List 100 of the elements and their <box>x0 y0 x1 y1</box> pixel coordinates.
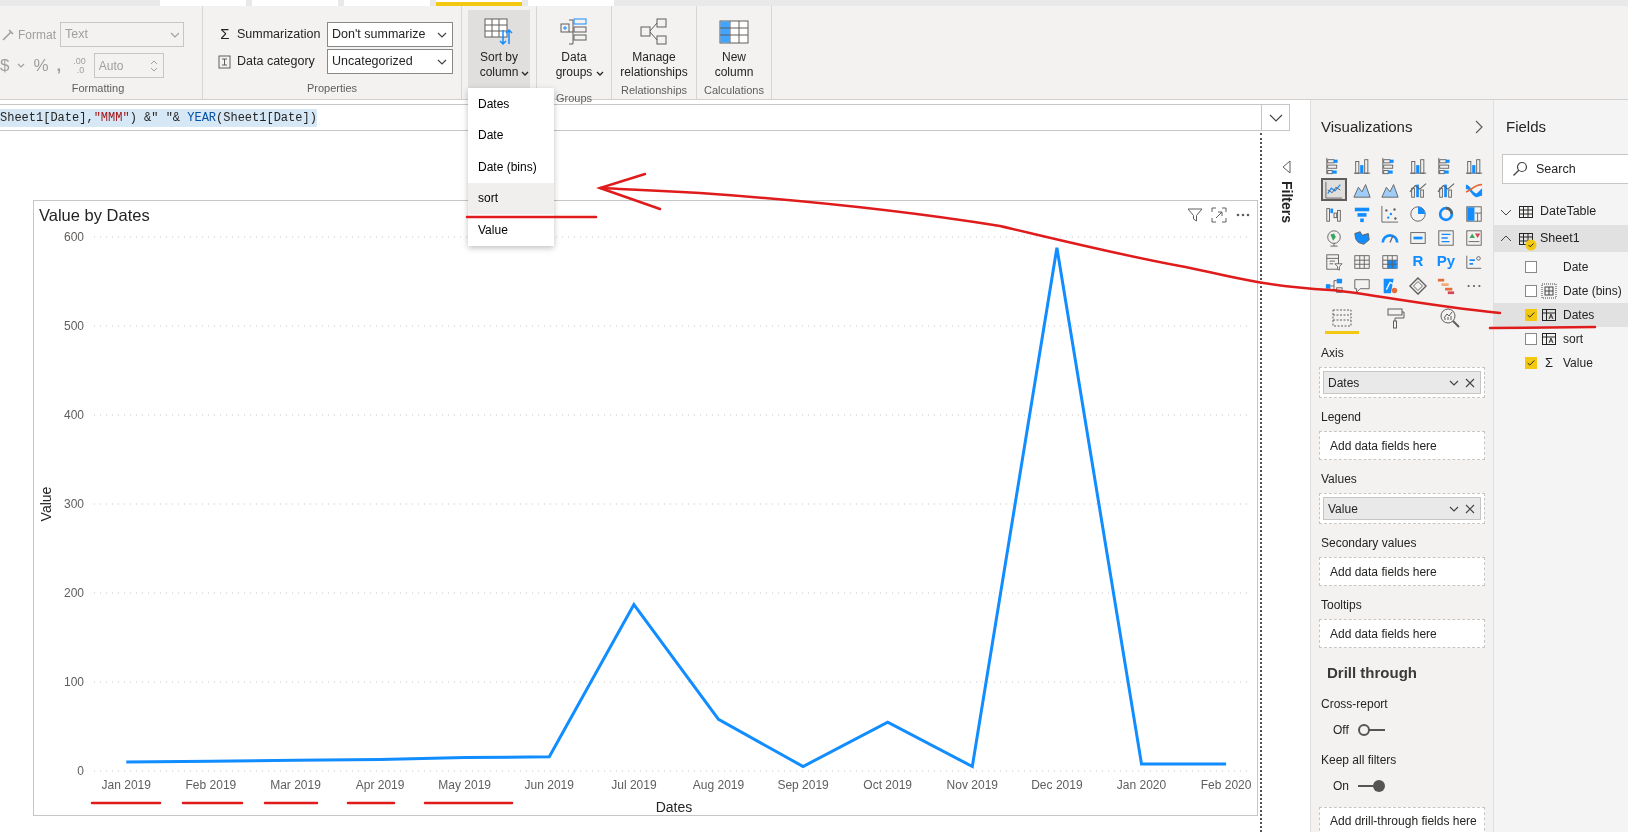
toggle-label: Cross-report <box>1321 695 1389 713</box>
menu-item[interactable]: Date <box>468 119 554 151</box>
field-row[interactable]: Σ Value <box>1494 351 1628 375</box>
pane-title: Fields <box>1506 116 1546 137</box>
chart-title: Value by Dates <box>39 204 150 226</box>
x-tick-label: Apr 2019 <box>355 778 405 792</box>
table-icon <box>1518 203 1534 220</box>
x-tick-label: Dec 2019 <box>1031 778 1083 792</box>
well-label: Values <box>1321 471 1358 488</box>
x-tick-label: Feb 2020 <box>1200 778 1252 792</box>
collapse-icon[interactable] <box>1280 159 1292 175</box>
field-row[interactable]: Date <box>1494 255 1628 279</box>
annotation-underline <box>90 801 162 805</box>
analytics-icon <box>1439 306 1461 329</box>
menu-item[interactable]: Date (bins) <box>468 151 554 183</box>
y-tick-label: 0 <box>77 764 84 778</box>
filters-pane-title[interactable]: Filters <box>1275 181 1297 223</box>
y-tick-label: 200 <box>63 586 84 600</box>
table-row[interactable]: Sheet1 <box>1494 225 1628 252</box>
search-icon <box>1512 161 1528 177</box>
toggle-switch[interactable]: Off <box>1333 720 1386 739</box>
group-label: Groups <box>554 91 594 106</box>
field-row[interactable]: Dates <box>1494 303 1628 327</box>
checkbox[interactable] <box>1525 261 1537 273</box>
field-name: Value <box>1328 500 1358 518</box>
checkbox[interactable] <box>1525 285 1537 297</box>
table-row[interactable]: DateTable <box>1494 198 1628 225</box>
group-label: Properties <box>305 81 359 96</box>
close-icon[interactable] <box>1464 376 1476 389</box>
ribbon-button[interactable]: Data groups <box>543 10 605 89</box>
focus-mode-icon[interactable] <box>1211 207 1227 223</box>
drop-zone[interactable]: Add drill-through fields here <box>1319 806 1485 832</box>
x-tick-label: May 2019 <box>438 778 492 792</box>
checkbox[interactable] <box>1525 333 1537 345</box>
sigma-symbol: Σ <box>1543 354 1554 373</box>
annotation-underline <box>181 801 244 805</box>
pane-title: Visualizations <box>1321 116 1413 137</box>
y-axis-title: Value <box>38 486 54 522</box>
y-tick-label: 100 <box>63 675 84 689</box>
y-tick-label: 500 <box>63 319 84 333</box>
calculated-column-icon <box>1541 331 1557 347</box>
x-tick-label: Mar 2019 <box>270 778 321 792</box>
format-label: Format <box>18 26 56 44</box>
well-label: Axis <box>1321 345 1345 362</box>
ribbon-button[interactable]: New column <box>703 10 765 81</box>
well-label: Legend <box>1321 409 1363 426</box>
filter-icon[interactable] <box>1187 207 1203 223</box>
caret-icon[interactable] <box>521 70 529 78</box>
menu-item[interactable]: sort <box>468 182 554 214</box>
property-dropdown[interactable]: Uncategorized <box>327 49 453 74</box>
search-field[interactable]: Search <box>1502 154 1628 184</box>
x-tick-label: Jan 2019 <box>101 778 151 792</box>
x-tick-label: Nov 2019 <box>946 778 998 792</box>
relationship-diagram-icon <box>638 16 670 48</box>
ribbon-button[interactable]: Manage relationships <box>618 10 690 81</box>
property-dropdown[interactable]: Don't summarize <box>327 22 453 47</box>
x-tick-label: Feb 2019 <box>185 778 237 792</box>
field-row[interactable]: Date (bins) <box>1494 279 1628 303</box>
fields-icon <box>1331 306 1353 329</box>
field-name: Dates <box>1328 374 1360 392</box>
sigma-symbol: Σ <box>219 24 231 45</box>
toggle-switch[interactable]: On <box>1333 776 1386 795</box>
caret-icon[interactable] <box>596 70 604 78</box>
group-label: Calculations <box>703 83 765 98</box>
well-label: Tooltips <box>1321 597 1363 614</box>
drop-zone[interactable]: Add data fields here <box>1319 431 1485 460</box>
sort-table-icon <box>483 16 515 48</box>
section-heading: Drill through <box>1327 663 1418 683</box>
x-tick-label: Sep 2019 <box>777 778 829 792</box>
field-row[interactable]: sort <box>1494 327 1628 351</box>
property-label: Summarization <box>237 26 322 44</box>
close-icon[interactable] <box>1464 502 1476 515</box>
y-tick-label: 300 <box>63 497 84 511</box>
bin-grid-icon <box>1541 283 1557 299</box>
x-tick-label: Jun 2019 <box>524 778 574 792</box>
drop-zone[interactable]: Add data fields here <box>1319 557 1485 586</box>
group-label: Relationships <box>619 83 688 98</box>
brush-icon <box>0 26 14 43</box>
x-tick-label: Aug 2019 <box>692 778 745 792</box>
category-icon <box>217 53 233 70</box>
sort-by-column-button[interactable]: Sort by column <box>468 10 530 89</box>
expand-icon[interactable] <box>1473 119 1485 135</box>
paint-roller-icon <box>1385 306 1407 329</box>
x-tick-label: Oct 2019 <box>863 778 913 792</box>
grouping-icon <box>558 16 590 48</box>
y-tick-label: 600 <box>63 230 84 244</box>
group-label: Formatting <box>70 81 126 96</box>
x-tick-label: Jan 2020 <box>1116 778 1167 792</box>
switch-knob-icon[interactable] <box>1357 778 1386 793</box>
table-icon <box>1518 230 1534 247</box>
annotation-underline <box>263 801 319 805</box>
toggle-label: Keep all filters <box>1321 751 1398 769</box>
checkbox[interactable] <box>1525 309 1537 321</box>
spin-arrows-icon[interactable] <box>148 58 159 73</box>
checkbox[interactable] <box>1525 357 1537 369</box>
drop-zone[interactable]: Add data fields here <box>1319 619 1485 648</box>
menu-item[interactable]: Dates <box>468 88 554 120</box>
menu-item[interactable]: Value <box>468 214 554 246</box>
switch-knob-icon[interactable] <box>1357 722 1386 737</box>
annotation-underline <box>346 801 396 805</box>
